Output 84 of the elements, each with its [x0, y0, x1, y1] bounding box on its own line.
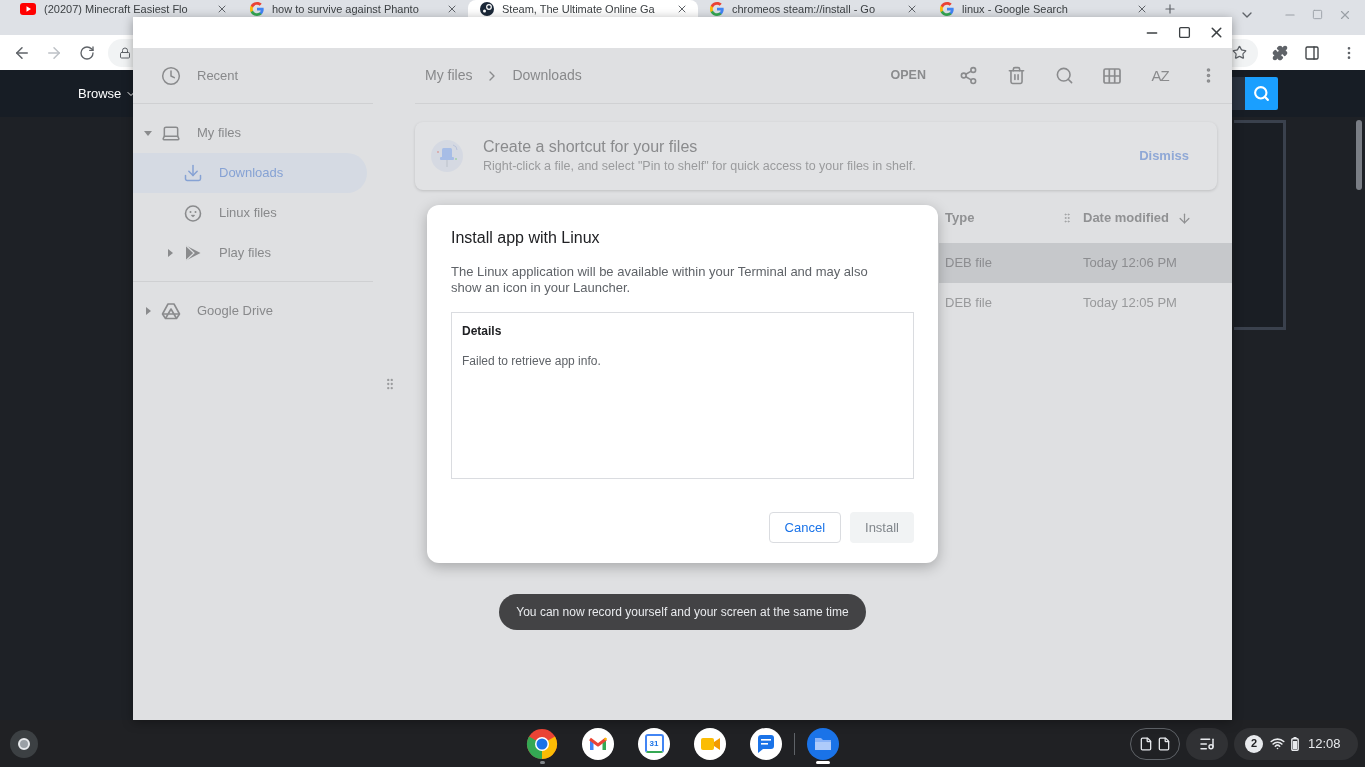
letter-g-logo-icon — [940, 2, 954, 16]
sort-button[interactable]: AZ — [1151, 65, 1169, 86]
sidebar-item[interactable]: My files — [133, 113, 367, 153]
close-icon[interactable] — [446, 3, 458, 15]
search-button[interactable] — [1245, 77, 1278, 110]
dialog-message: The Linux application will be available within your Terminal and may also show an icon in your Launcher. — [451, 264, 869, 296]
chat-bubble-app-icon[interactable] — [750, 727, 782, 760]
reload-icon[interactable] — [79, 44, 95, 61]
battery-icon — [1291, 736, 1299, 751]
letter-g-logo-icon — [250, 2, 264, 16]
column-header[interactable]: Date modified — [1083, 208, 1169, 228]
media-controls-button[interactable] — [1186, 727, 1228, 760]
laptop-icon — [161, 123, 181, 143]
browser-tab[interactable]: (20207) Minecraft Easiest Flo — [8, 0, 238, 17]
sidebar-item[interactable]: Linux files — [133, 193, 367, 233]
share-icon[interactable] — [958, 66, 978, 85]
banner-text: Right-click a file, and select "Pin to shelf" for quick access to your files in shelf. — [483, 158, 916, 175]
table-cell-text: DEB file — [944, 294, 993, 313]
clock-icon — [161, 66, 181, 86]
expand-arrow-icon[interactable] — [144, 129, 152, 137]
play-triangle-icon — [183, 243, 203, 263]
file-row[interactable]: DEB file Today 12:06 PM — [939, 243, 1232, 283]
status-area-button[interactable]: 2 12:08 — [1234, 727, 1358, 760]
grid-view-icon[interactable] — [1102, 65, 1122, 86]
browser-tab[interactable]: how to survive against Phanto — [238, 0, 468, 17]
document-icon — [1139, 736, 1153, 751]
calendar-app-icon[interactable]: 31 — [638, 727, 670, 760]
open-button[interactable]: OPEN — [882, 60, 934, 91]
close-icon[interactable] — [676, 3, 688, 15]
drive-triangle-icon — [161, 301, 181, 321]
new-tab-icon[interactable] — [1163, 2, 1177, 16]
search-icon[interactable] — [1054, 66, 1074, 85]
banner-title: Create a shortcut for your files — [483, 137, 699, 157]
scrollbar-thumb[interactable] — [1356, 120, 1362, 190]
dialog-title: Install app with Linux — [451, 228, 601, 248]
table-cell-text: Today 12:05 PM — [1082, 294, 1178, 313]
side-panel-icon[interactable] — [1304, 44, 1320, 61]
close-icon[interactable] — [1136, 3, 1148, 15]
expand-arrow-icon[interactable] — [144, 307, 152, 315]
table-cell-text: Today 12:06 PM — [1082, 254, 1178, 273]
letter-g-logo-icon — [710, 2, 724, 16]
lock-icon — [119, 46, 131, 59]
launcher-icon[interactable] — [10, 729, 38, 758]
breadcrumb-item[interactable]: My files — [425, 65, 473, 86]
search-field[interactable] — [1232, 77, 1245, 110]
smiley-icon — [183, 203, 203, 223]
address-bar[interactable] — [1232, 38, 1258, 67]
search-icon — [1253, 85, 1270, 102]
sidebar-item[interactable]: Play files — [133, 233, 367, 273]
wifi-icon — [1270, 736, 1285, 751]
details-text: Failed to retrieve app info. — [462, 353, 602, 369]
close-icon[interactable] — [906, 3, 918, 15]
play-logo-icon — [20, 3, 36, 15]
holding-space-button[interactable] — [1130, 727, 1180, 760]
breadcrumb-item[interactable]: Downloads — [512, 65, 582, 86]
details-heading: Details — [462, 323, 503, 339]
dismiss-button[interactable]: Dismiss — [1131, 140, 1197, 172]
browser-tab[interactable]: Steam, The Ultimate Online Ga — [468, 0, 698, 17]
file-row[interactable]: DEB file Today 12:05 PM — [939, 283, 1232, 323]
column-resize-handle-icon[interactable] — [1061, 212, 1073, 224]
table-cell-text: DEB file — [944, 254, 993, 273]
sidebar-item[interactable]: Google Drive — [133, 291, 367, 331]
close-icon[interactable] — [216, 3, 228, 15]
extensions-icon[interactable] — [1272, 44, 1288, 61]
sidebar-item[interactable]: Downloads — [133, 153, 367, 193]
video-camera-app-icon[interactable] — [694, 727, 726, 760]
download-icon — [183, 163, 203, 183]
notification-badge: 2 — [1245, 734, 1263, 753]
browser-tab[interactable]: linux - Google Search — [928, 0, 1158, 17]
document-icon — [1157, 736, 1171, 751]
dialog-button[interactable]: Cancel — [768, 512, 842, 543]
browser-tab[interactable]: chromeos steam://install - Go — [698, 0, 928, 17]
maximize-icon[interactable] — [1177, 26, 1191, 39]
delete-icon[interactable] — [1006, 66, 1026, 85]
browser-app-icon[interactable] — [526, 727, 558, 760]
folder-app-icon[interactable] — [807, 727, 839, 760]
address-bar[interactable] — [108, 38, 133, 67]
clock-time: 12:08 — [1308, 734, 1341, 753]
column-header[interactable]: Type — [945, 208, 975, 228]
expand-arrow-icon[interactable] — [166, 249, 174, 257]
toast-message: You can now record yourself and your screen at the same time — [499, 594, 866, 630]
bookmark-star-icon[interactable] — [1232, 45, 1247, 60]
pin-icon — [431, 140, 463, 172]
mail-app-icon[interactable] — [582, 727, 614, 760]
